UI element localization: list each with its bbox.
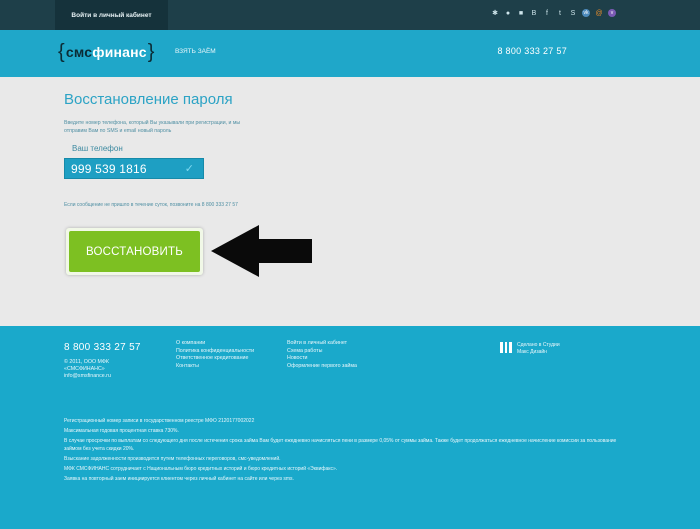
- footer-link-news[interactable]: Новости: [287, 355, 357, 363]
- studio-name: Макс Дизайн: [517, 349, 547, 355]
- footer-links-account: Войти в личный кабинет Схема работы Ново…: [287, 340, 357, 370]
- legal-line: Взыскание задолженности производится пут…: [64, 455, 281, 462]
- instructions-text: Введите номер телефона, который Вы указы…: [64, 120, 241, 134]
- logo-sms: смс: [65, 44, 93, 60]
- footer-email-link[interactable]: info@smsfinance.ru: [64, 373, 111, 380]
- footer-link-login[interactable]: Войти в личный кабинет: [287, 340, 357, 348]
- vk-icon[interactable]: vk: [582, 9, 590, 17]
- copyright-line: © 2011, ООО МФК: [64, 359, 110, 365]
- footer-link-privacy[interactable]: Политика конфиденциальности: [176, 348, 254, 356]
- footer-link-responsible[interactable]: Ответственное кредитование: [176, 355, 254, 363]
- footer: 8 800 333 27 57 © 2011, ООО МФК «СМСФИНА…: [0, 326, 700, 529]
- nav-take-loan[interactable]: взять заём: [175, 48, 216, 55]
- studio-text: Сделано в Студии: [517, 342, 560, 348]
- copyright-company: «СМСФИНАНС»: [64, 366, 105, 372]
- logo-finance: финанс: [92, 44, 147, 60]
- legal-line: Максимальная годовая процентная ставка 7…: [64, 428, 179, 435]
- facebook-icon[interactable]: f: [543, 9, 551, 17]
- skype-icon[interactable]: S: [569, 9, 577, 17]
- viber-icon[interactable]: v: [608, 9, 616, 17]
- legal-text: Регистрационный номер записи в государст…: [64, 418, 624, 486]
- footer-link-scheme[interactable]: Схема работы: [287, 348, 357, 356]
- header-phone: 8 800 333 27 57: [497, 46, 567, 56]
- footer-links-company: О компании Политика конфиденциальности О…: [176, 340, 254, 370]
- legal-line: МФК СМСФИНАНС сотрудничает с Национальны…: [64, 466, 338, 473]
- header: { смс финанс } взять заём 8 800 333 27 5…: [0, 30, 700, 77]
- phone-input[interactable]: 999 539 1816 ✓: [64, 158, 204, 179]
- mail-icon[interactable]: @: [595, 9, 603, 17]
- restore-button[interactable]: ВОССТАНОВИТЬ: [69, 231, 200, 272]
- logo-bracket-left: {: [58, 41, 65, 63]
- apple-icon[interactable]: ●: [504, 9, 512, 17]
- legal-line: В случае просрочки по выплатам со следую…: [64, 438, 617, 452]
- arrow-left-icon: [211, 225, 312, 277]
- legal-line: Регистрационный номер записи в государст…: [64, 418, 255, 424]
- sms-note: Если сообщение не пришло в течение суток…: [64, 202, 238, 208]
- restore-button-frame: ВОССТАНОВИТЬ: [66, 228, 203, 275]
- studio-credit[interactable]: Сделано в Студии Макс Дизайн: [500, 342, 560, 356]
- top-bar: Войти в личный кабинет ✱ ● ■ B f t S vk …: [0, 0, 700, 30]
- footer-link-first-loan[interactable]: Оформление первого займа: [287, 363, 357, 371]
- page-title: Восстановление пароля: [64, 91, 233, 108]
- footer-link-contacts[interactable]: Контакты: [176, 363, 254, 371]
- studio-logo-icon: [500, 342, 512, 353]
- phone-value: 999 539 1816: [71, 161, 147, 176]
- logo[interactable]: { смс финанс }: [58, 41, 155, 63]
- social-icons: ✱ ● ■ B f t S vk @ v: [491, 9, 616, 17]
- windows-icon[interactable]: ■: [517, 9, 525, 17]
- android-icon[interactable]: ✱: [491, 9, 499, 17]
- blogger-icon[interactable]: B: [530, 9, 538, 17]
- footer-link-about[interactable]: О компании: [176, 340, 254, 348]
- footer-copyright: © 2011, ООО МФК «СМСФИНАНС» info@smsfina…: [64, 359, 111, 380]
- phone-label: Ваш телефон: [72, 144, 123, 153]
- logo-bracket-right: }: [147, 41, 155, 63]
- check-icon: ✓: [184, 163, 194, 175]
- legal-line: Заявка на повторный заем инициируется кл…: [64, 476, 294, 483]
- login-link[interactable]: Войти в личный кабинет: [55, 0, 168, 30]
- twitter-icon[interactable]: t: [556, 9, 564, 17]
- footer-phone: 8 800 333 27 57: [64, 342, 141, 353]
